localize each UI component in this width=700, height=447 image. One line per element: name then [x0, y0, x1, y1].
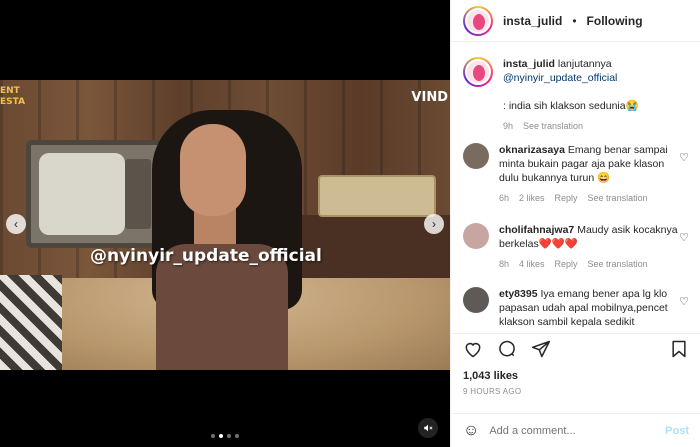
separator: • [572, 13, 577, 28]
comment-input[interactable] [489, 424, 656, 437]
post-timestamp[interactable]: 9 HOURS AGO [451, 382, 700, 396]
following-button[interactable]: Following [587, 14, 643, 28]
avatar[interactable] [463, 287, 489, 313]
chevron-right-icon[interactable]: › [424, 214, 444, 234]
avatar[interactable] [463, 5, 493, 36]
likes-count[interactable]: 1,043 likes [451, 364, 700, 382]
post-button[interactable]: Post [665, 425, 689, 437]
background-sign: ENT ESTA [0, 86, 26, 107]
post-header: insta_julid • Following [451, 0, 700, 42]
author-username[interactable]: insta_julid [503, 14, 562, 28]
list-item: ety8395 Iya emang bener apa lg klo papas… [463, 287, 695, 329]
heart-icon[interactable]: ♡ [679, 295, 689, 308]
add-comment-bar: ☺ Post [451, 413, 700, 447]
heart-icon[interactable] [463, 339, 483, 359]
see-translation-link[interactable]: See translation [523, 119, 583, 133]
caption: insta_julid lanjutannya @nyinyir_update_… [463, 57, 695, 133]
brand-watermark: VIND [411, 90, 448, 105]
caption-username[interactable]: insta_julid [503, 58, 555, 70]
post-media: ENT ESTA VIND @nyinyir_update_official ‹… [0, 0, 450, 447]
mute-icon[interactable] [418, 418, 438, 438]
comment-icon[interactable] [497, 339, 517, 359]
retro-tv [26, 140, 164, 248]
comment-username[interactable]: oknarizasaya [499, 144, 565, 156]
avatar[interactable] [463, 143, 489, 169]
emoji-icon[interactable]: ☺ [463, 422, 479, 440]
person [152, 110, 302, 370]
post-sidebar: insta_julid • Following insta_julid lanj… [450, 0, 700, 447]
list-item: cholifahnajwa7 Maudy asik kocaknya berke… [463, 223, 695, 271]
caption-mention[interactable]: @nyinyir_update_official [503, 72, 617, 84]
share-icon[interactable] [531, 339, 551, 359]
avatar[interactable] [463, 223, 489, 249]
bookmark-icon[interactable] [669, 339, 689, 359]
heart-icon[interactable]: ♡ [679, 231, 689, 244]
chevron-left-icon[interactable]: ‹ [6, 214, 26, 234]
video-watermark: @nyinyir_update_official [90, 246, 322, 266]
reply-button[interactable]: Reply [555, 191, 578, 205]
comments-list[interactable]: insta_julid lanjutannya @nyinyir_update_… [451, 43, 700, 333]
video-frame[interactable]: ENT ESTA VIND @nyinyir_update_official [0, 80, 450, 370]
comment-time[interactable]: 8h [499, 257, 509, 271]
see-translation-link[interactable]: See translation [588, 257, 648, 271]
see-translation-link[interactable]: See translation [588, 191, 648, 205]
caption-time[interactable]: 9h [503, 119, 513, 133]
caption-text: lanjutannya [557, 58, 612, 70]
radio [318, 175, 436, 217]
comment-username[interactable]: cholifahnajwa7 [499, 224, 574, 236]
action-bar: 1,043 likes 9 HOURS AGO [451, 333, 700, 396]
avatar[interactable] [463, 57, 493, 87]
comment-likes[interactable]: 2 likes [519, 191, 545, 205]
carousel-dots [211, 434, 239, 438]
comment-username[interactable]: ety8395 [499, 288, 538, 300]
caption-line2: : india sih klakson sedunia😭 [503, 100, 639, 112]
heart-icon[interactable]: ♡ [679, 151, 689, 164]
list-item: oknarizasaya Emang benar sampai minta bu… [463, 143, 695, 205]
comment-likes[interactable]: 4 likes [519, 257, 545, 271]
reply-button[interactable]: Reply [555, 257, 578, 271]
comment-time[interactable]: 6h [499, 191, 509, 205]
pillow [0, 275, 62, 370]
